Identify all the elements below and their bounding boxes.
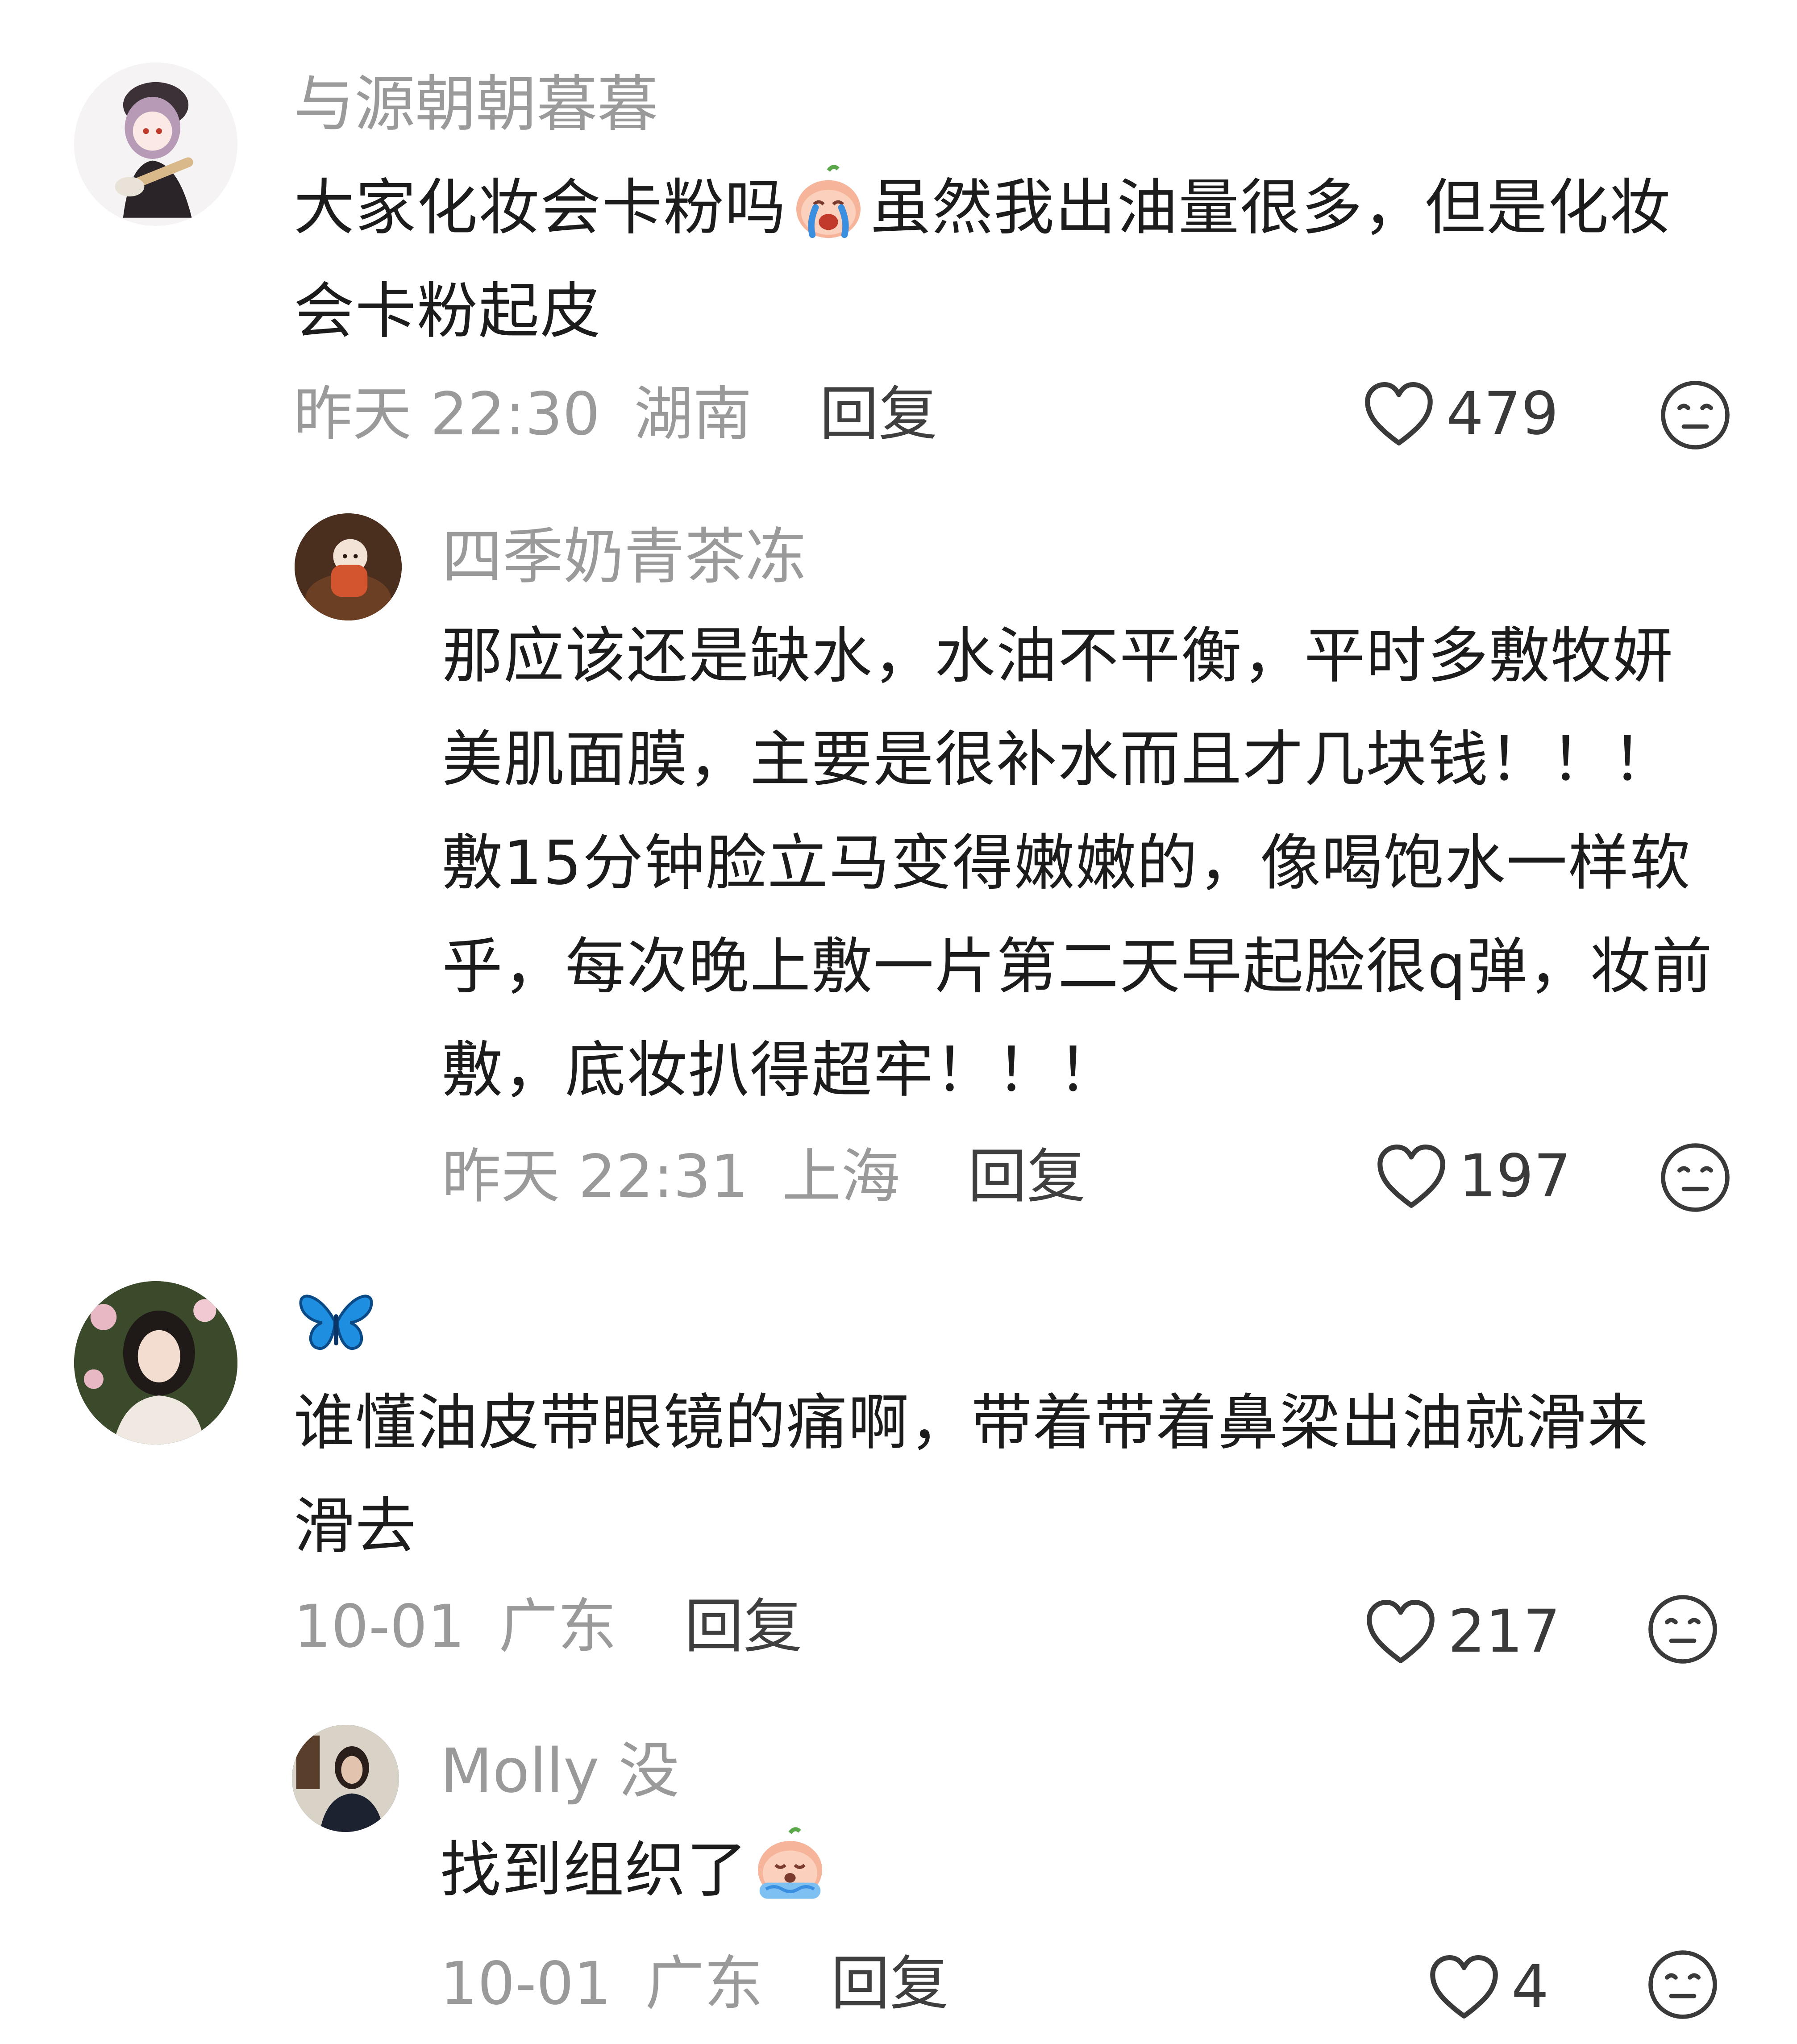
reply-button[interactable]: 回复 [685, 1592, 803, 1661]
like-count: 4 [1511, 1952, 1549, 2021]
reply-button[interactable]: 回复 [819, 380, 937, 449]
like-button[interactable]: 479 [1363, 380, 1559, 447]
like-button[interactable]: 217 [1365, 1598, 1560, 1665]
neutral-face-icon [1648, 1595, 1717, 1664]
blue-butterfly-icon [299, 1295, 373, 1350]
comment-meta: 昨天 22:30 湖南 回复 [294, 385, 937, 444]
reply-button[interactable]: 回复 [831, 1949, 949, 2018]
comment-author[interactable]: 四季奶青茶冻 [442, 527, 806, 587]
comment-location: 湖南 [634, 380, 752, 449]
like-count: 197 [1459, 1142, 1571, 1211]
reaction-face-button[interactable] [1660, 379, 1731, 451]
comment-text: 那应该还是缺水，水油不平衡，平时多敷牧妍美肌面膜，主要是很补水而且才几块钱！！！… [442, 621, 1714, 1106]
sobbing-peach-emoji [750, 1825, 830, 1905]
comment-list: 与源朝朝暮暮 大家化妆会卡粉吗 虽然我出油量很多，但是化妆会卡粉起皮 昨天 22… [0, 0, 1797, 2044]
heart-icon [1376, 1143, 1447, 1210]
comment-text: 找到组织了 [440, 1819, 1690, 1922]
comment-text-part: 大家化妆会卡粉吗 [294, 173, 786, 243]
like-count: 479 [1446, 379, 1559, 448]
comment-date: 10-01 [440, 1949, 611, 2018]
comment-author[interactable] [294, 1286, 379, 1357]
comment-date: 昨天 22:31 [442, 1142, 749, 1211]
avatar-photo-image [74, 1281, 237, 1445]
like-button[interactable]: 4 [1428, 1953, 1549, 2020]
comment-author[interactable]: 与源朝朝暮暮 [294, 74, 658, 135]
reaction-face-button[interactable] [1660, 1142, 1731, 1213]
heart-icon [1365, 1598, 1436, 1665]
comment-text: 谁懂油皮带眼镜的痛啊，带着带着鼻梁出油就滑来滑去 [294, 1388, 1649, 1562]
comment-date: 10-01 [294, 1592, 465, 1661]
avatar[interactable] [74, 62, 237, 226]
reply-button[interactable]: 回复 [968, 1142, 1086, 1211]
comment-date: 昨天 22:30 [294, 380, 600, 449]
comment-meta: 昨天 22:31 上海 回复 [442, 1147, 1086, 1206]
avatar-anime-girl-image [74, 62, 237, 226]
heart-icon [1363, 380, 1435, 447]
crying-peach-emoji [788, 162, 869, 243]
comment-text: 大家化妆会卡粉吗 虽然我出油量很多，但是化妆会卡粉起皮 [294, 156, 1726, 363]
reaction-face-button[interactable] [1647, 1594, 1718, 1665]
comment-location: 广东 [645, 1949, 763, 2018]
like-count: 217 [1448, 1597, 1560, 1666]
comment-meta: 10-01 广东 回复 [294, 1597, 803, 1656]
neutral-face-icon [1648, 1950, 1717, 2019]
comment-text-part: 找到组织了 [440, 1835, 748, 1906]
comment-location: 广东 [499, 1592, 617, 1661]
comment-location: 上海 [782, 1142, 900, 1211]
like-button[interactable]: 197 [1376, 1143, 1571, 1210]
avatar[interactable] [295, 513, 402, 620]
avatar[interactable] [74, 1281, 237, 1445]
neutral-face-icon [1661, 1143, 1730, 1212]
reaction-face-button[interactable] [1647, 1949, 1718, 2020]
avatar[interactable] [292, 1725, 399, 1832]
heart-icon [1428, 1953, 1500, 2020]
comment-author[interactable]: Molly 没 [440, 1741, 679, 1802]
avatar-photo-image [292, 1725, 399, 1832]
avatar-cartoon-image [295, 513, 402, 620]
neutral-face-icon [1661, 381, 1730, 450]
comment-meta: 10-01 广东 回复 [440, 1954, 949, 2013]
